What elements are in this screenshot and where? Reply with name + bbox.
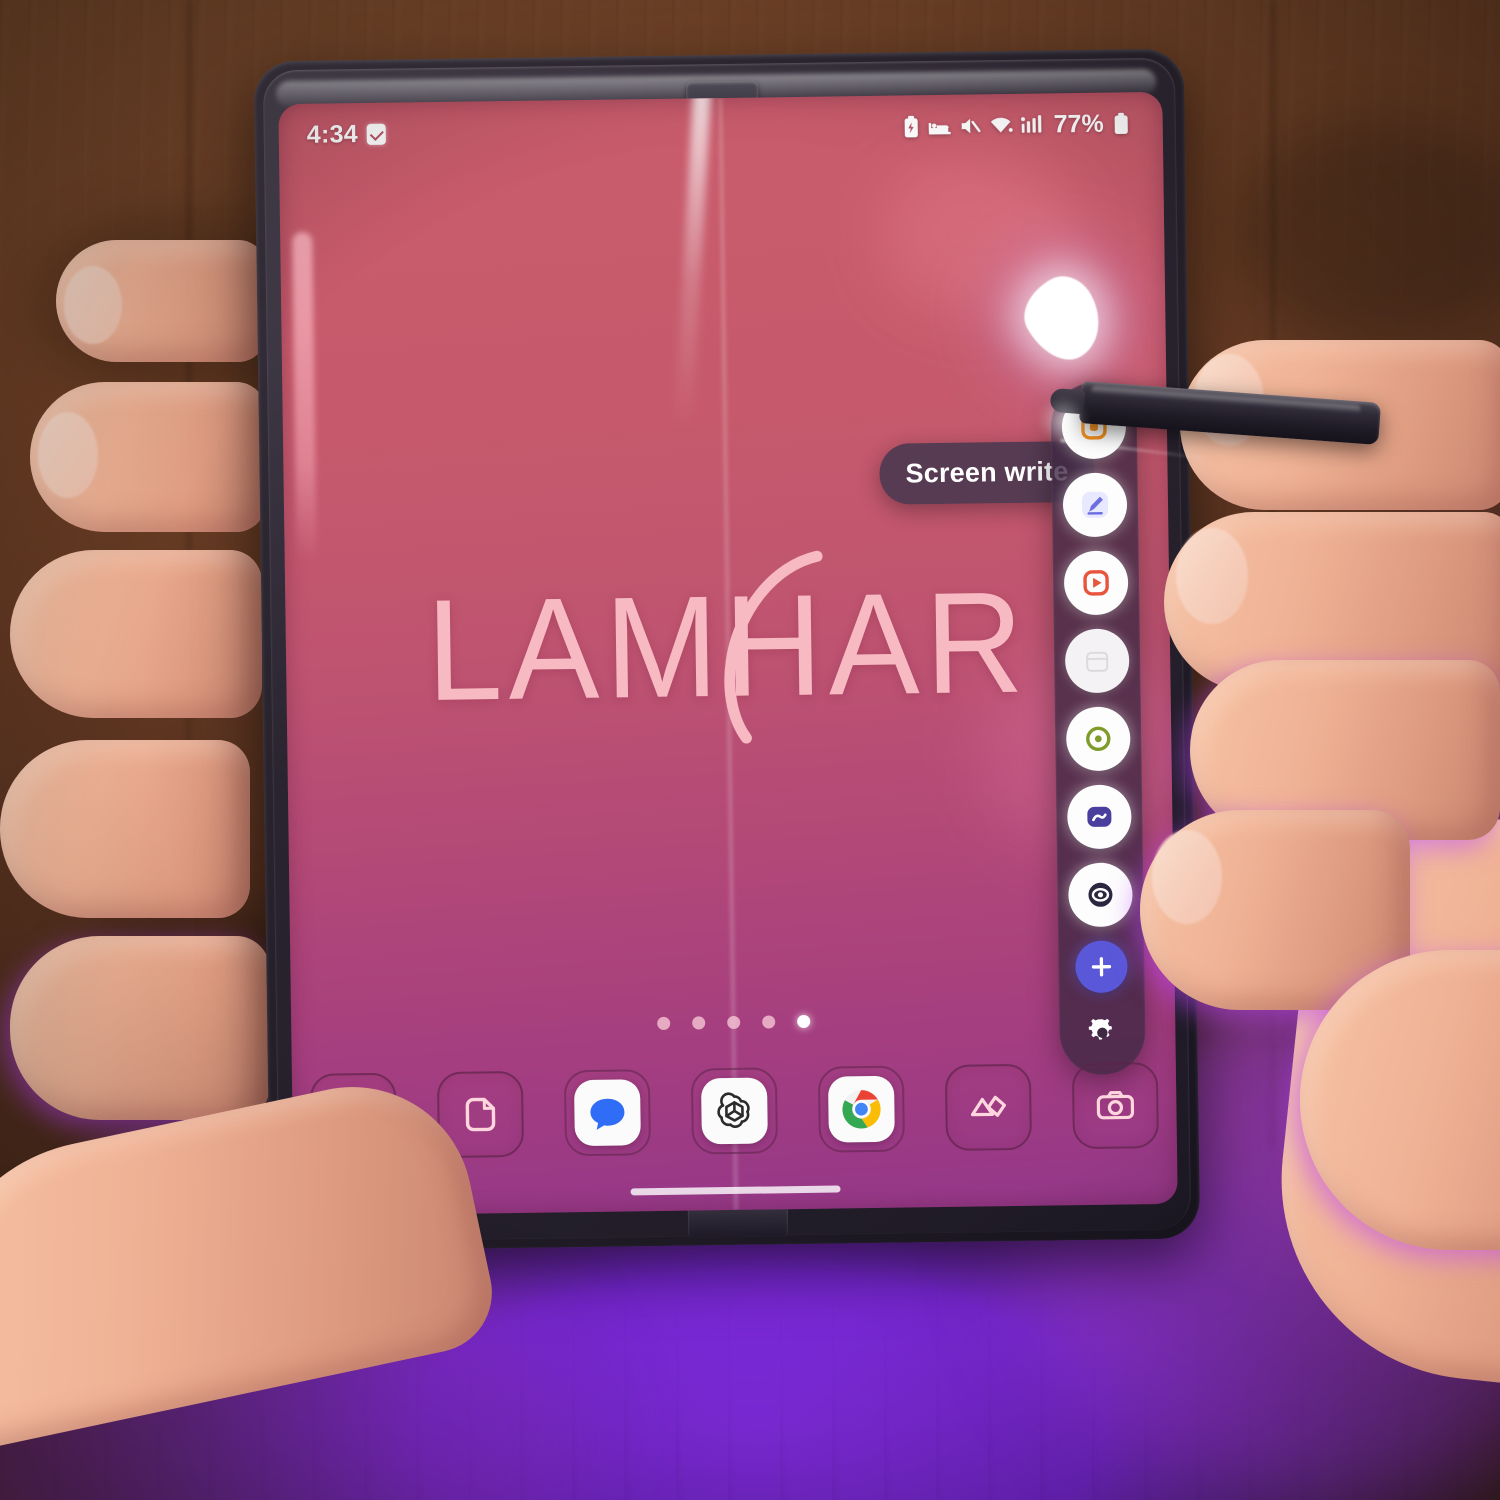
finger <box>1164 512 1500 692</box>
fingernail <box>64 266 122 344</box>
wood-plank-seam <box>186 0 196 900</box>
battery-saver-icon <box>903 115 920 138</box>
gallery-app[interactable] <box>944 1063 1033 1151</box>
glance-icon[interactable] <box>1068 862 1133 928</box>
phone-screen[interactable]: 4:34 77% LAMHAR Screen write <box>278 91 1178 1217</box>
chatgpt-app-tile[interactable] <box>700 1077 768 1145</box>
chrome-app[interactable] <box>817 1065 906 1153</box>
checkbox-badge-icon <box>366 123 387 145</box>
bedtime-mode-icon <box>928 116 952 136</box>
s-pen-gloss <box>1091 385 1361 414</box>
foldable-phone: 4:34 77% LAMHAR Screen write <box>253 48 1201 1252</box>
camera-app[interactable] <box>1071 1062 1159 1150</box>
camera-icon <box>1096 1090 1135 1120</box>
finger <box>56 240 266 362</box>
finger <box>10 550 262 718</box>
forearm <box>1261 800 1500 1400</box>
contact-card-icon <box>465 1097 496 1132</box>
smart-select-icon[interactable] <box>1063 550 1129 616</box>
finger <box>10 936 270 1120</box>
page-dot[interactable] <box>726 1015 740 1030</box>
navigation-gesture-bar[interactable] <box>630 1185 841 1196</box>
finger <box>1190 660 1500 840</box>
status-bar: 4:34 77% <box>278 92 1163 166</box>
page-dot[interactable] <box>691 1016 705 1030</box>
page-dot[interactable] <box>656 1016 670 1031</box>
pen-tip-glow <box>1035 398 1091 442</box>
chrome-icon <box>842 1090 881 1129</box>
screen-edge-highlight <box>292 231 317 562</box>
ai-select-icon[interactable] <box>1066 784 1132 850</box>
fold-crease <box>716 97 740 1210</box>
logo-swoosh-decoration <box>724 550 823 744</box>
cellular-signal-icon <box>1020 115 1044 135</box>
clock-time: 4:34 <box>306 119 359 149</box>
wood-plank-seam <box>1270 0 1280 1150</box>
chatgpt-app[interactable] <box>690 1067 779 1155</box>
message-bubble-icon <box>590 1098 625 1130</box>
air-command-panel[interactable] <box>1050 382 1146 1076</box>
finger <box>0 740 250 918</box>
page-dot[interactable] <box>761 1015 775 1029</box>
finger <box>30 382 266 532</box>
translate-icon[interactable] <box>1065 706 1131 772</box>
status-bar-left: 4:34 <box>307 119 387 149</box>
battery-percentage: 77% <box>1053 109 1104 138</box>
screen-write-icon[interactable] <box>1062 472 1128 538</box>
light-reflection-teardrop-icon <box>1012 265 1115 373</box>
messages-app-tile[interactable] <box>573 1079 641 1147</box>
page-dot-active[interactable] <box>796 1014 810 1029</box>
mute-volume-icon <box>960 115 981 136</box>
fingernail <box>38 412 98 498</box>
write-on-calendar-icon[interactable] <box>1064 628 1130 694</box>
add-shortcut-icon[interactable] <box>1075 940 1128 994</box>
palm <box>0 1064 503 1456</box>
chrome-app-tile[interactable] <box>827 1075 895 1143</box>
status-bar-right: 77% <box>902 109 1128 141</box>
gallery-mountain-icon <box>970 1095 1006 1117</box>
chatgpt-knot-icon <box>717 1092 750 1128</box>
scene-photo: 4:34 77% LAMHAR Screen write <box>0 0 1500 1500</box>
battery-full-icon <box>1114 112 1129 134</box>
wifi-icon <box>989 115 1013 135</box>
messages-app[interactable] <box>563 1069 652 1157</box>
